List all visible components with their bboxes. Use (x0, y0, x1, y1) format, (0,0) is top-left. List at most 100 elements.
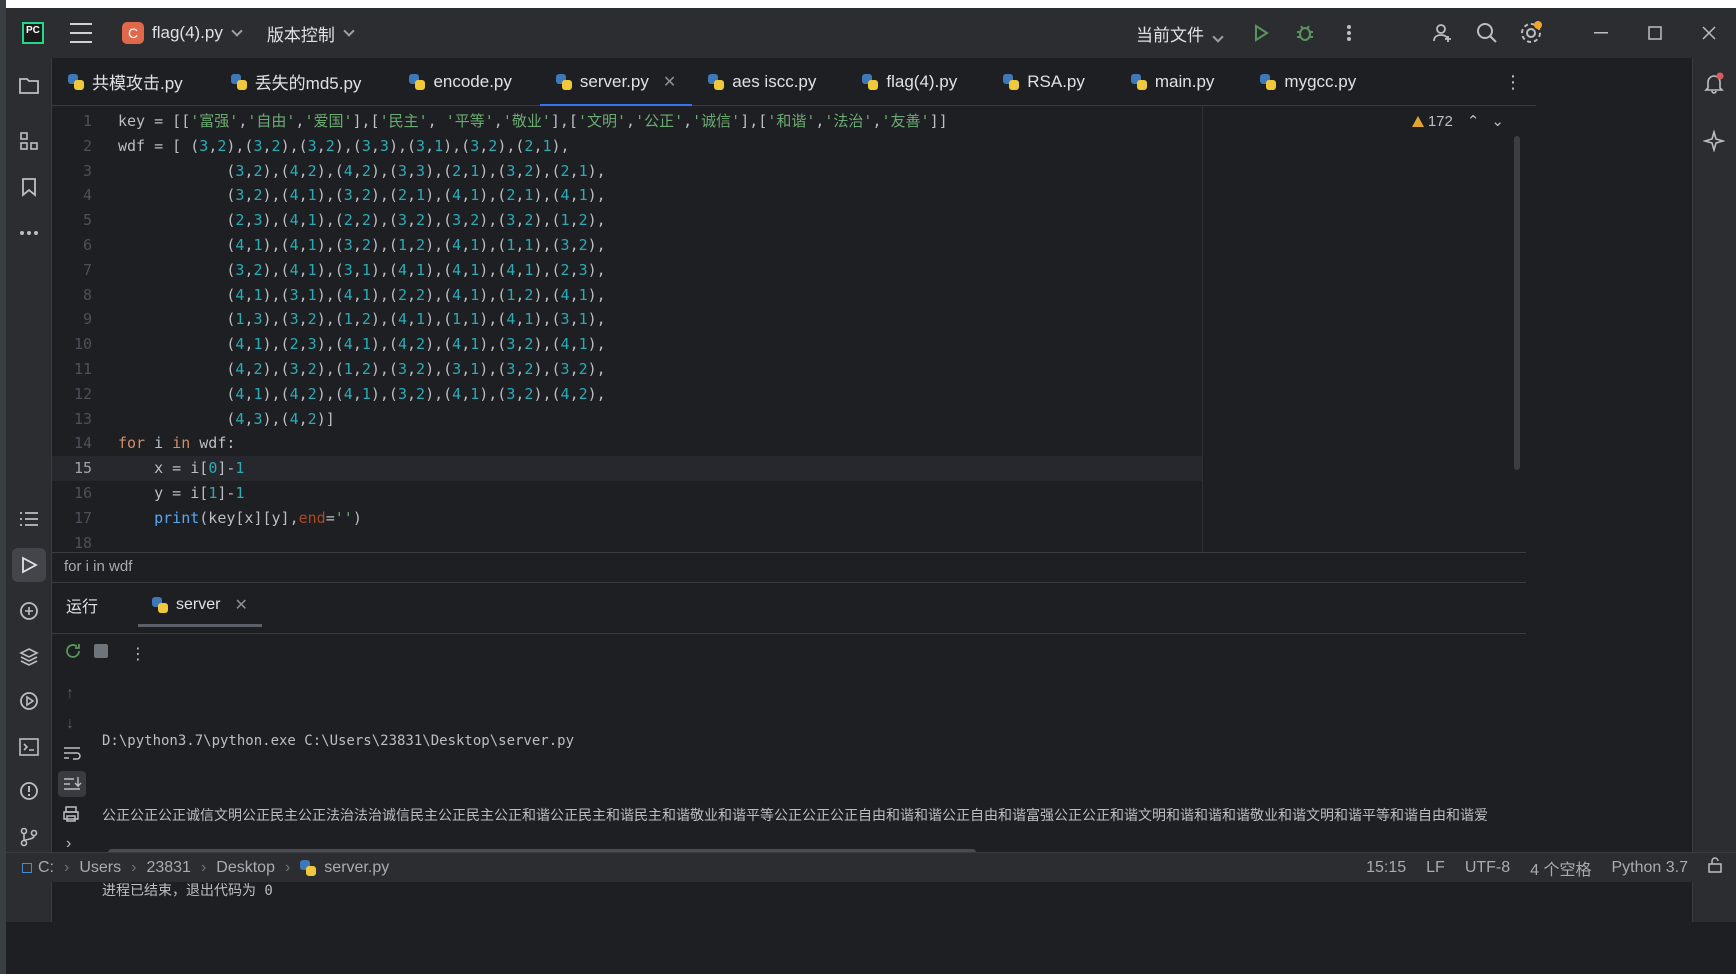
indent-setting[interactable]: 4 个空格 (1530, 856, 1591, 880)
code-line[interactable]: 2 wdf = [ (3,2),(3,2),(3,2),(3,3),(3,1),(… (52, 134, 1526, 159)
tab-more-icon[interactable]: ⋮ (1504, 72, 1522, 93)
line-separator[interactable]: LF (1426, 859, 1445, 877)
expand-chevron-right-icon[interactable]: › (66, 835, 71, 853)
run-more-icon[interactable]: ⋮ (130, 644, 146, 664)
python-console-icon[interactable] (12, 594, 46, 628)
tab-aes-iscc[interactable]: aes iscc.py (692, 58, 832, 106)
path-segment-file[interactable]: server.py (324, 859, 389, 877)
line-number[interactable]: 9 (52, 307, 92, 332)
code-line[interactable]: 6 (4,1),(4,1),(3,2),(1,2),(4,1),(1,1),(3… (52, 233, 1526, 258)
structure-icon[interactable] (12, 124, 46, 158)
main-menu-icon[interactable] (70, 23, 92, 43)
code-editor[interactable]: 172 ⌃ ⌄ 1 key = [['富强','自由','爱国'],['民主', … (52, 106, 1526, 552)
path-segment-users[interactable]: Users (79, 859, 121, 877)
line-number[interactable]: 12 (52, 382, 92, 407)
minimize-icon[interactable] (1574, 8, 1628, 58)
git-branch-icon[interactable] (12, 820, 46, 854)
vcs-chevron-down-icon[interactable] (343, 24, 355, 37)
python-packages-icon[interactable] (12, 640, 46, 674)
code-line[interactable]: 9 (1,3),(3,2),(1,2),(4,1),(1,1),(4,1),(3… (52, 307, 1526, 332)
line-number[interactable]: 15 (52, 456, 92, 481)
code-line[interactable]: 10 (4,1),(2,3),(4,1),(4,2),(4,1),(3,2),(… (52, 332, 1526, 357)
code-line[interactable]: 17 print(key[x][y],end='') (52, 506, 1526, 531)
ai-assistant-icon[interactable] (1702, 129, 1726, 157)
line-number[interactable]: 17 (52, 506, 92, 531)
line-number[interactable]: 2 (52, 134, 92, 159)
todo-list-icon[interactable] (12, 502, 46, 536)
code-line[interactable]: 8 (4,1),(3,1),(4,1),(2,2),(4,1),(1,2),(4… (52, 283, 1526, 308)
cursor-position[interactable]: 15:15 (1366, 859, 1406, 877)
debug-icon[interactable] (1288, 16, 1322, 50)
tab-mygcc[interactable]: mygcc.py (1244, 58, 1372, 106)
line-number[interactable]: 16 (52, 481, 92, 506)
project-chevron-down-icon[interactable] (231, 24, 243, 37)
line-number[interactable]: 8 (52, 283, 92, 308)
more-tools-icon[interactable] (12, 216, 46, 250)
tab-server[interactable]: server.py ✕ (539, 58, 693, 107)
rerun-icon[interactable] (64, 642, 82, 665)
add-user-icon[interactable] (1426, 16, 1460, 50)
scroll-up-arrow-icon[interactable]: ↑ (66, 685, 74, 703)
tab-main[interactable]: main.py (1115, 58, 1231, 106)
code-breadcrumb[interactable]: for i in wdf (52, 552, 1526, 582)
code-line[interactable]: 3 (3,2),(4,2),(4,2),(3,3),(2,1),(3,2),(2… (52, 159, 1526, 184)
code-line[interactable]: 14 for i in wdf: (52, 431, 1526, 456)
more-actions-icon[interactable] (1332, 16, 1366, 50)
search-icon[interactable] (1470, 16, 1504, 50)
tab-rsa[interactable]: RSA.py (987, 58, 1101, 106)
run-tool-icon[interactable] (12, 548, 46, 582)
code-line[interactable]: 11 (4,2),(3,2),(1,2),(3,2),(3,1),(3,2),(… (52, 357, 1526, 382)
line-number[interactable]: 11 (52, 357, 92, 382)
run-icon[interactable] (1244, 16, 1278, 50)
run-tab-close-icon[interactable]: ✕ (234, 595, 247, 615)
code-line[interactable]: 5 (2,3),(4,1),(2,2),(3,2),(3,2),(3,2),(1… (52, 208, 1526, 233)
project-name[interactable]: flag(4).py (152, 23, 223, 43)
scroll-down-arrow-icon[interactable]: ↓ (66, 715, 74, 733)
tab-flag4[interactable]: flag(4).py (846, 58, 973, 106)
line-number[interactable]: 3 (52, 159, 92, 184)
settings-gear-icon[interactable] (1514, 16, 1548, 50)
file-encoding[interactable]: UTF-8 (1465, 859, 1510, 877)
line-number[interactable]: 6 (52, 233, 92, 258)
code-line[interactable]: 15 x = i[0]-1 (52, 456, 1202, 482)
tab-gongmo[interactable]: 共模攻击.py (52, 58, 199, 106)
stop-icon[interactable] (94, 644, 108, 663)
code-line[interactable]: 18 (52, 531, 1526, 552)
problems-icon[interactable] (12, 774, 46, 808)
tab-close-icon[interactable]: ✕ (663, 72, 676, 92)
code-line[interactable]: 4 (3,2),(4,1),(3,2),(2,1),(4,1),(2,1),(4… (52, 183, 1526, 208)
line-number[interactable]: 5 (52, 208, 92, 233)
print-icon[interactable] (62, 805, 80, 828)
path-segment-desktop[interactable]: Desktop (216, 859, 275, 877)
services-icon[interactable] (12, 684, 46, 718)
tab-lost-md5[interactable]: 丢失的md5.py (215, 58, 378, 106)
code-line[interactable]: 12 (4,1),(4,2),(4,1),(3,2),(4,1),(3,2),(… (52, 382, 1526, 407)
notifications-bell-icon[interactable] (1703, 72, 1725, 99)
path-segment-drive[interactable]: C: (38, 859, 54, 877)
run-config-select[interactable]: 当前文件 (1136, 21, 1224, 46)
line-number[interactable]: 18 (52, 531, 92, 552)
code-line[interactable]: 13 (4,3),(4,2)] (52, 407, 1526, 432)
tab-encode[interactable]: encode.py (393, 58, 527, 106)
vcs-menu[interactable]: 版本控制 (267, 21, 335, 46)
line-number[interactable]: 10 (52, 332, 92, 357)
line-number[interactable]: 13 (52, 407, 92, 432)
project-badge[interactable]: C (122, 22, 144, 44)
run-tab-server[interactable]: server ✕ (138, 583, 262, 627)
close-window-icon[interactable] (1682, 8, 1736, 58)
code-line[interactable]: 7 (3,2),(4,1),(3,1),(4,1),(4,1),(4,1),(2… (52, 258, 1526, 283)
soft-wrap-icon[interactable] (62, 745, 82, 766)
code-line[interactable]: 16 y = i[1]-1 (52, 481, 1526, 506)
scroll-to-end-icon[interactable] (58, 771, 86, 797)
code-line[interactable]: 1 key = [['富强','自由','爱国'],['民主', '平等','敬业… (52, 109, 1526, 134)
line-number[interactable]: 1 (52, 109, 92, 134)
maximize-icon[interactable] (1628, 8, 1682, 58)
lock-icon[interactable] (1708, 857, 1722, 878)
project-folder-icon[interactable] (12, 68, 46, 102)
console-output[interactable]: D:\python3.7\python.exe C:\Users\23831\D… (102, 679, 1526, 954)
line-number[interactable]: 14 (52, 431, 92, 456)
terminal-icon[interactable] (12, 730, 46, 764)
path-segment-user[interactable]: 23831 (146, 859, 191, 877)
line-number[interactable]: 7 (52, 258, 92, 283)
line-number[interactable]: 4 (52, 183, 92, 208)
